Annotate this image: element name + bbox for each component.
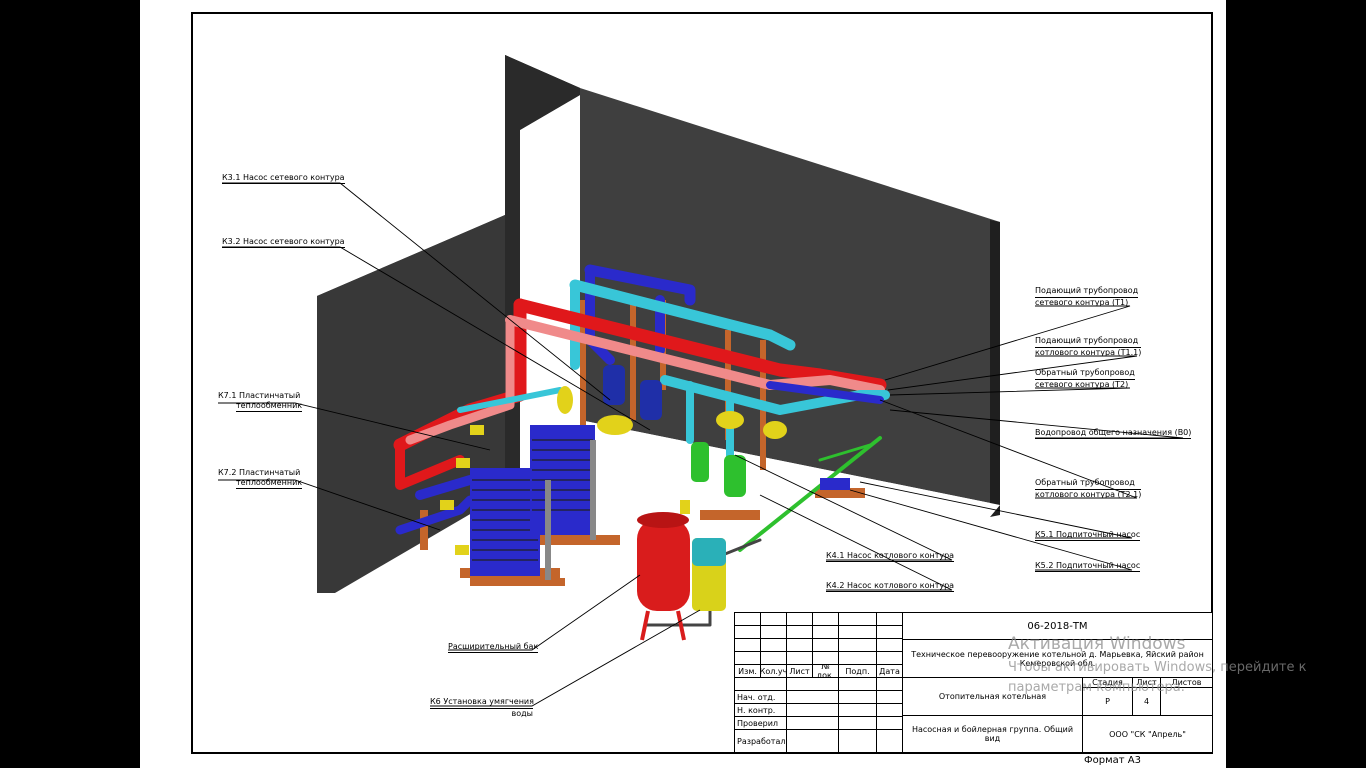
company-name: ООО "СК "Апрель"	[1083, 716, 1213, 753]
activation-watermark-text: Чтобы активировать Windows, перейдите к …	[1008, 660, 1307, 695]
sheet-name: Насосная и бойлерная группа. Общий вид	[903, 716, 1083, 753]
rev-header-list: Лист	[787, 665, 813, 678]
callout-k41: К4.1 Насос котлового контура	[826, 551, 955, 562]
callout-t2: Обратный трубопровод сетевого контура (Т…	[1035, 368, 1135, 389]
activation-watermark-title: Активация Windows	[1008, 634, 1186, 654]
callout-k6: К6 Установка умягчения воды	[430, 697, 534, 718]
callout-t11: Подающий трубопровод котлового контура (…	[1035, 336, 1142, 357]
expansion-tank	[637, 512, 690, 641]
rev-header-date: Дата	[877, 665, 903, 678]
sign-row-head: Нач. отд.	[735, 691, 787, 704]
callout-k52: К5.2 Подпиточный насос	[1035, 561, 1141, 572]
callout-k51: К5.1 Подпиточный насос	[1035, 530, 1141, 541]
callout-k71: К7.1 Пластинчатый теплообменник	[218, 391, 303, 412]
sign-row-dev: Разработал	[735, 730, 787, 753]
callout-b0: Водопровод общего назначения (В0)	[1035, 428, 1192, 439]
water-softener	[692, 538, 726, 611]
callout-t1: Подающий трубопровод сетевого контура (Т…	[1035, 286, 1139, 307]
callout-k72: К7.2 Пластинчатый теплообменник	[218, 468, 303, 489]
rev-header-doc: № док.	[813, 665, 839, 678]
format-label: Формат А3	[1084, 755, 1141, 766]
rev-header-kol: Кол.уч	[761, 665, 787, 678]
rev-header-sign: Подп.	[839, 665, 877, 678]
sign-row-norm: Н. контр.	[735, 704, 787, 717]
callout-k31: К3.1 Насос сетевого контура	[222, 173, 345, 184]
callout-k42: К4.2 Насос котлового контура	[826, 581, 955, 592]
callout-k32: К3.2 Насос сетевого контура	[222, 237, 345, 248]
rev-header-izm: Изм.	[735, 665, 761, 678]
callout-t21: Обратный трубопровод котлового контура (…	[1035, 478, 1142, 499]
callout-tank: Расширительный бак	[448, 642, 539, 653]
sign-row-check: Проверил	[735, 717, 787, 730]
